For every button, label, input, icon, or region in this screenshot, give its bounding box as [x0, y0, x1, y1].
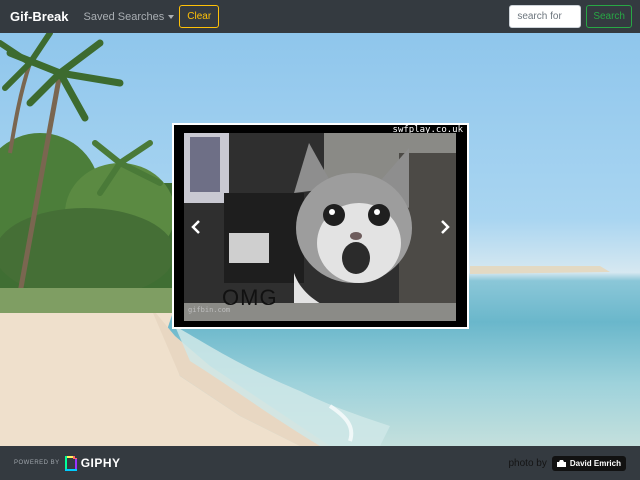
chevron-left-icon: [191, 220, 200, 234]
chevron-right-icon: [441, 220, 450, 234]
gif-caption: OMG: [222, 285, 278, 310]
giphy-logo-icon[interactable]: [64, 455, 77, 471]
brand-title[interactable]: Gif-Break: [10, 9, 69, 24]
saved-searches-label: Saved Searches: [83, 10, 165, 23]
gif-source-mark: gifbin.com: [188, 306, 231, 314]
clear-button[interactable]: Clear: [179, 5, 220, 28]
saved-searches-dropdown[interactable]: Saved Searches: [84, 11, 175, 23]
powered-by-label: POWERED BY: [14, 460, 60, 466]
navbar: Gif-Break Saved Searches Clear Search: [0, 0, 640, 33]
carousel-prev-button[interactable]: [186, 215, 206, 239]
gif-carousel: swfplay.co.uk OMG gifbin.com: [172, 123, 469, 329]
gif-image: swfplay.co.uk OMG gifbin.com: [174, 125, 467, 327]
palm-trees: [0, 33, 175, 313]
photo-author-name: David Emrich: [569, 458, 621, 468]
search-button[interactable]: Search: [586, 5, 632, 28]
photo-author-link[interactable]: David Emrich: [551, 455, 626, 471]
photo-by-label: photo by: [508, 457, 547, 469]
caret-down-icon: [168, 14, 175, 19]
footer: POWERED BY GIPHY photo by David Emrich: [0, 446, 640, 480]
carousel-next-button[interactable]: [435, 215, 455, 239]
camera-icon: [556, 459, 566, 467]
search-input[interactable]: [509, 5, 582, 28]
giphy-wordmark[interactable]: GIPHY: [81, 456, 121, 470]
